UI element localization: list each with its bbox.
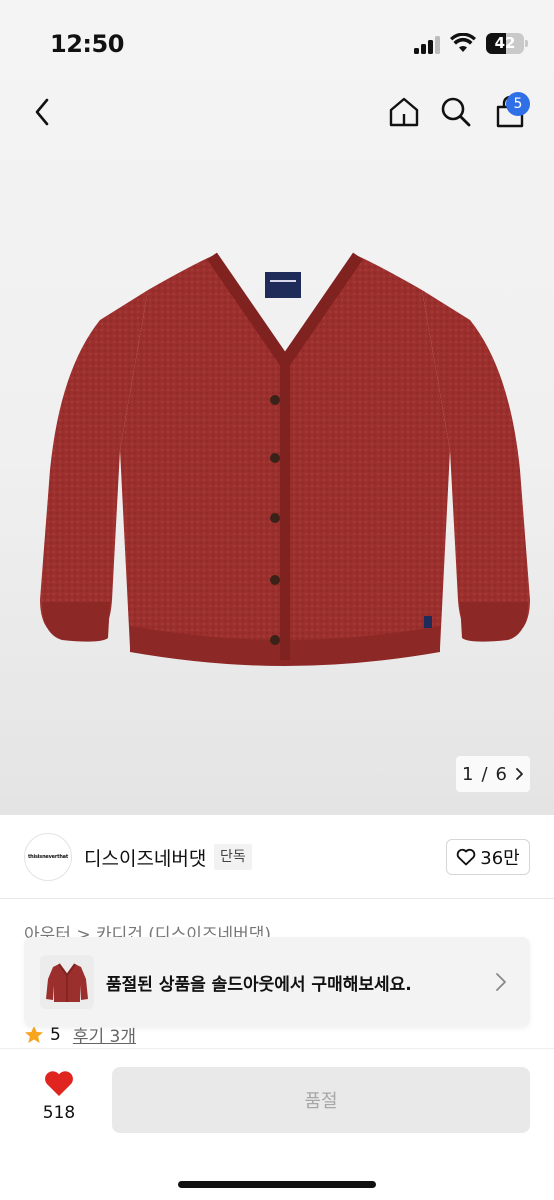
image-pager[interactable]: 1 / 6: [456, 756, 530, 792]
toast-product-thumbnail: [40, 955, 94, 1009]
star-icon: [25, 1025, 43, 1043]
cart-count-badge: 5: [506, 92, 530, 116]
status-bar: 12:50 42: [0, 0, 554, 88]
product-like-button[interactable]: 518: [30, 1069, 88, 1123]
pager-total: 6: [495, 763, 507, 785]
rating-value: 5: [50, 1024, 61, 1045]
seller-logo[interactable]: thisisneverthat: [24, 833, 72, 881]
battery-level: 42: [494, 34, 516, 52]
chevron-left-icon: [35, 98, 49, 126]
home-icon: [389, 97, 419, 127]
soldout-button[interactable]: 품절: [112, 1067, 530, 1133]
toast-message: 품절된 상품을 솔드아웃에서 구매해보세요.: [106, 975, 412, 995]
battery-cap: [525, 40, 528, 47]
product-like-count: 518: [42, 1103, 76, 1123]
pager-current: 1: [462, 763, 474, 785]
exclusive-badge: 단독: [214, 844, 252, 870]
seller-logo-text: thisisneverthat: [27, 854, 69, 860]
seller-name[interactable]: 디스이즈네버댓: [84, 844, 206, 871]
home-button[interactable]: [384, 88, 424, 136]
chevron-right-icon: [496, 973, 506, 991]
home-indicator: [178, 1181, 376, 1188]
back-button[interactable]: [22, 88, 62, 136]
search-button[interactable]: [436, 88, 476, 136]
wifi-icon: [450, 33, 476, 52]
top-nav: [0, 88, 554, 136]
soldout-promo-toast[interactable]: 품절된 상품을 솔드아웃에서 구매해보세요.: [24, 937, 530, 1027]
product-image-area[interactable]: 12:50 42 5 1 / 6: [0, 0, 554, 815]
heart-filled-icon: [45, 1071, 73, 1096]
seller-row[interactable]: thisisneverthat 디스이즈네버댓 단독 36만: [0, 815, 554, 899]
bottom-action-bar: 518 품절: [0, 1048, 554, 1200]
status-time: 12:50: [50, 30, 124, 58]
chevron-right-icon: [516, 768, 523, 780]
brand-like-button[interactable]: 36만: [446, 839, 530, 875]
battery-icon: 42: [486, 33, 524, 54]
search-icon: [441, 97, 471, 127]
cellular-signal-icon: [414, 36, 440, 54]
pager-separator: /: [481, 763, 488, 785]
cardigan-product-image[interactable]: [40, 250, 530, 682]
heart-outline-icon: [457, 848, 476, 866]
brand-like-count: 36만: [480, 848, 520, 869]
